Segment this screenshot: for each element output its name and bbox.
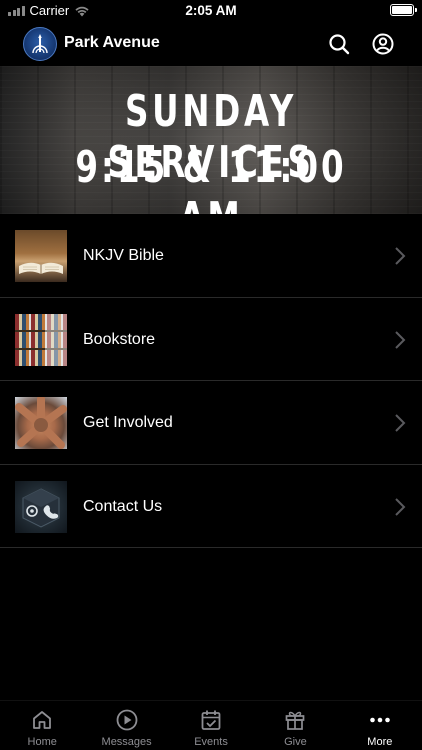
- app-header: Park Avenue: [0, 22, 422, 66]
- tab-label: Home: [27, 736, 57, 748]
- contact-cube-thumbnail: [15, 480, 67, 533]
- play-circle-icon: [116, 709, 138, 731]
- tab-give[interactable]: Give: [253, 701, 337, 750]
- status-bar: Carrier 2:05 AM: [0, 0, 422, 22]
- tab-events[interactable]: Events: [169, 701, 253, 750]
- account-icon[interactable]: [370, 31, 396, 57]
- chevron-right-icon: [395, 497, 406, 516]
- battery-icon: [390, 4, 417, 16]
- search-icon[interactable]: [326, 31, 352, 57]
- tab-label: Give: [284, 736, 307, 748]
- chevron-right-icon: [395, 330, 406, 349]
- tab-messages[interactable]: Messages: [84, 701, 168, 750]
- home-icon: [33, 711, 52, 729]
- menu-item-label: NKJV Bible: [83, 247, 164, 264]
- open-bible-thumbnail: [15, 230, 67, 282]
- tab-label: Messages: [101, 736, 152, 748]
- gift-icon: [286, 711, 305, 730]
- app-title: Park Avenue: [64, 34, 160, 51]
- tab-home[interactable]: Home: [0, 701, 84, 750]
- more-dots-icon: [370, 717, 390, 723]
- chevron-right-icon: [395, 247, 406, 265]
- calendar-check-icon: [201, 710, 221, 730]
- chevron-right-icon: [395, 414, 406, 432]
- menu-item-label: Contact Us: [83, 497, 163, 515]
- menu-item-label: Get Involved: [83, 414, 173, 431]
- menu-item-contact-us[interactable]: Contact Us: [0, 465, 422, 548]
- service-times-banner[interactable]: SUNDAY SERVICES 9:15 & 11:00 AM: [0, 66, 422, 214]
- status-time: 2:05 AM: [185, 3, 237, 18]
- banner-times: 9:15 & 11:00 AM: [75, 142, 347, 214]
- tab-more[interactable]: More: [338, 701, 422, 750]
- bookshelf-thumbnail: [15, 313, 67, 366]
- menu-item-label: Bookstore: [83, 330, 156, 348]
- church-logo-icon: [23, 27, 57, 61]
- menu-item-get-involved[interactable]: Get Involved: [0, 381, 422, 465]
- hands-together-thumbnail: [15, 397, 67, 449]
- menu-item-bookstore[interactable]: Bookstore: [0, 298, 422, 381]
- more-menu-list: NKJV Bible Bookstore Get Involved Contac…: [0, 214, 422, 548]
- menu-item-nkjv-bible[interactable]: NKJV Bible: [0, 214, 422, 298]
- bottom-tab-bar: Home Messages Events Give More: [0, 700, 422, 750]
- tab-label: Events: [194, 736, 228, 748]
- tab-label: More: [367, 736, 393, 748]
